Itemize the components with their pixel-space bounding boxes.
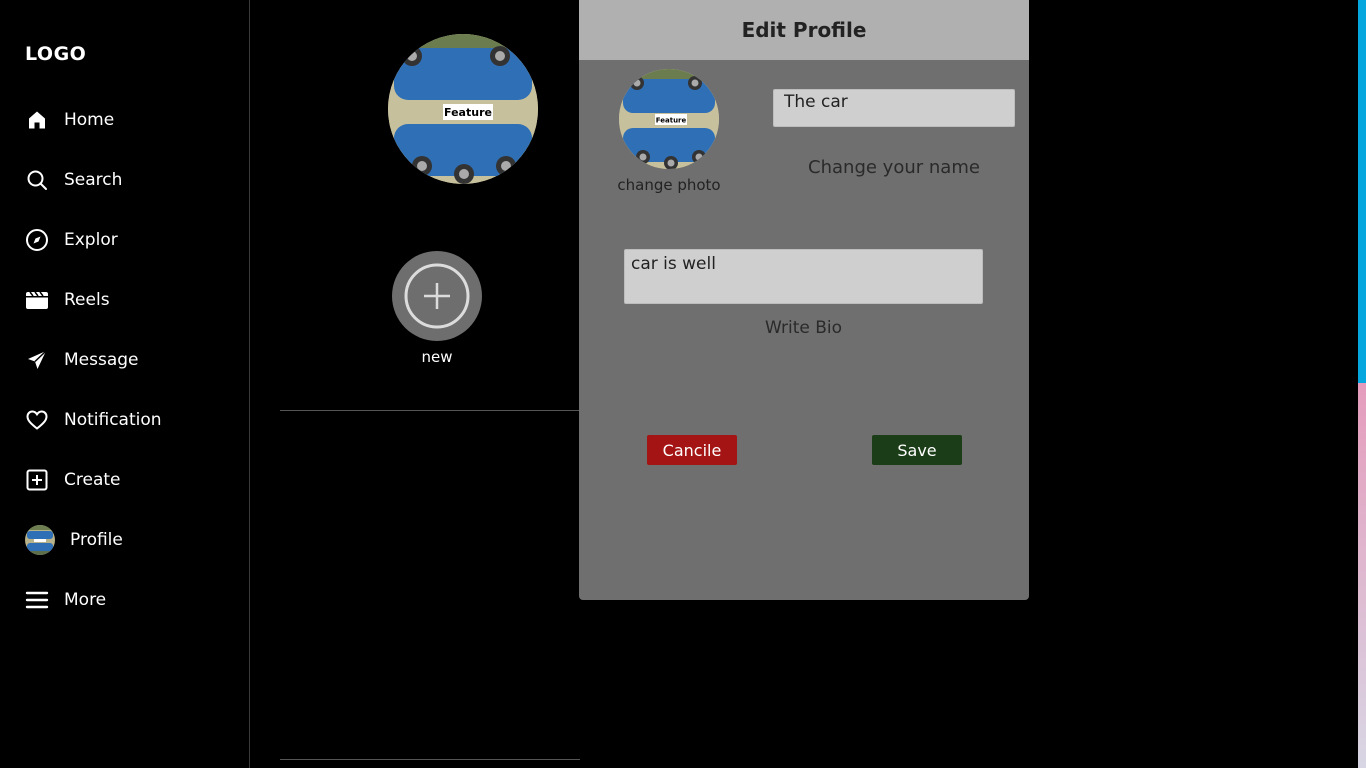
home-icon: [25, 108, 49, 132]
svg-text:Feature: Feature: [656, 117, 687, 125]
sidebar-item-search[interactable]: Search: [25, 165, 235, 195]
change-photo-link[interactable]: change photo: [599, 176, 739, 194]
sidebar-item-create[interactable]: Create: [25, 465, 235, 495]
bio-caption: Write Bio: [764, 318, 843, 338]
sidebar-item-notification[interactable]: Notification: [25, 405, 235, 435]
logo[interactable]: LOGO: [25, 43, 86, 65]
sidebar-item-label: Home: [64, 110, 115, 130]
bio-input[interactable]: car is well: [624, 249, 983, 304]
scrollbar-track-bottom: [1358, 383, 1366, 768]
sidebar-item-profile[interactable]: Profile: [25, 525, 235, 555]
name-input[interactable]: [773, 89, 1015, 127]
modal-profile-photo[interactable]: Feature: [619, 69, 719, 169]
divider: [280, 410, 580, 411]
new-highlight-button[interactable]: [392, 251, 482, 341]
modal-title: Edit Profile: [741, 18, 867, 42]
sidebar-item-label: Create: [64, 470, 121, 490]
sidebar-item-label: Explor: [64, 230, 118, 250]
sidebar-item-more[interactable]: More: [25, 585, 235, 615]
name-caption: Change your name: [808, 157, 980, 178]
sidebar-item-label: Profile: [70, 530, 123, 550]
clapperboard-icon: [25, 288, 49, 312]
save-button[interactable]: Save: [872, 435, 962, 465]
sidebar-item-reels[interactable]: Reels: [25, 285, 235, 315]
sidebar-item-message[interactable]: Message: [25, 345, 235, 375]
edit-profile-modal: Edit Profile Feature change photo Change…: [579, 0, 1029, 600]
cancel-button[interactable]: Cancile: [647, 435, 737, 465]
sidebar-item-explore[interactable]: Explor: [25, 225, 235, 255]
menu-icon: [25, 588, 49, 612]
sidebar-item-label: Reels: [64, 290, 110, 310]
profile-picture[interactable]: Feature: [388, 34, 538, 184]
scrollbar-track-top: [1358, 0, 1366, 383]
scrollbar[interactable]: [1358, 0, 1366, 768]
sidebar-item-label: Search: [64, 170, 123, 190]
new-highlight-label: new: [421, 348, 453, 366]
send-icon: [25, 348, 49, 372]
sidebar-item-label: Message: [64, 350, 139, 370]
sidebar-item-label: Notification: [64, 410, 162, 430]
sidebar-item-label: More: [64, 590, 107, 610]
divider: [280, 759, 580, 760]
sidebar: LOGO Home Search Explor Reels Message No…: [0, 0, 250, 768]
plus-square-icon: [25, 468, 49, 492]
search-icon: [25, 168, 49, 192]
svg-text:Feature: Feature: [444, 106, 492, 119]
plus-circle-icon: [404, 263, 470, 329]
modal-header: Edit Profile: [579, 0, 1029, 60]
compass-icon: [25, 228, 49, 252]
sidebar-item-home[interactable]: Home: [25, 105, 235, 135]
avatar: [25, 525, 55, 555]
heart-icon: [25, 408, 49, 432]
